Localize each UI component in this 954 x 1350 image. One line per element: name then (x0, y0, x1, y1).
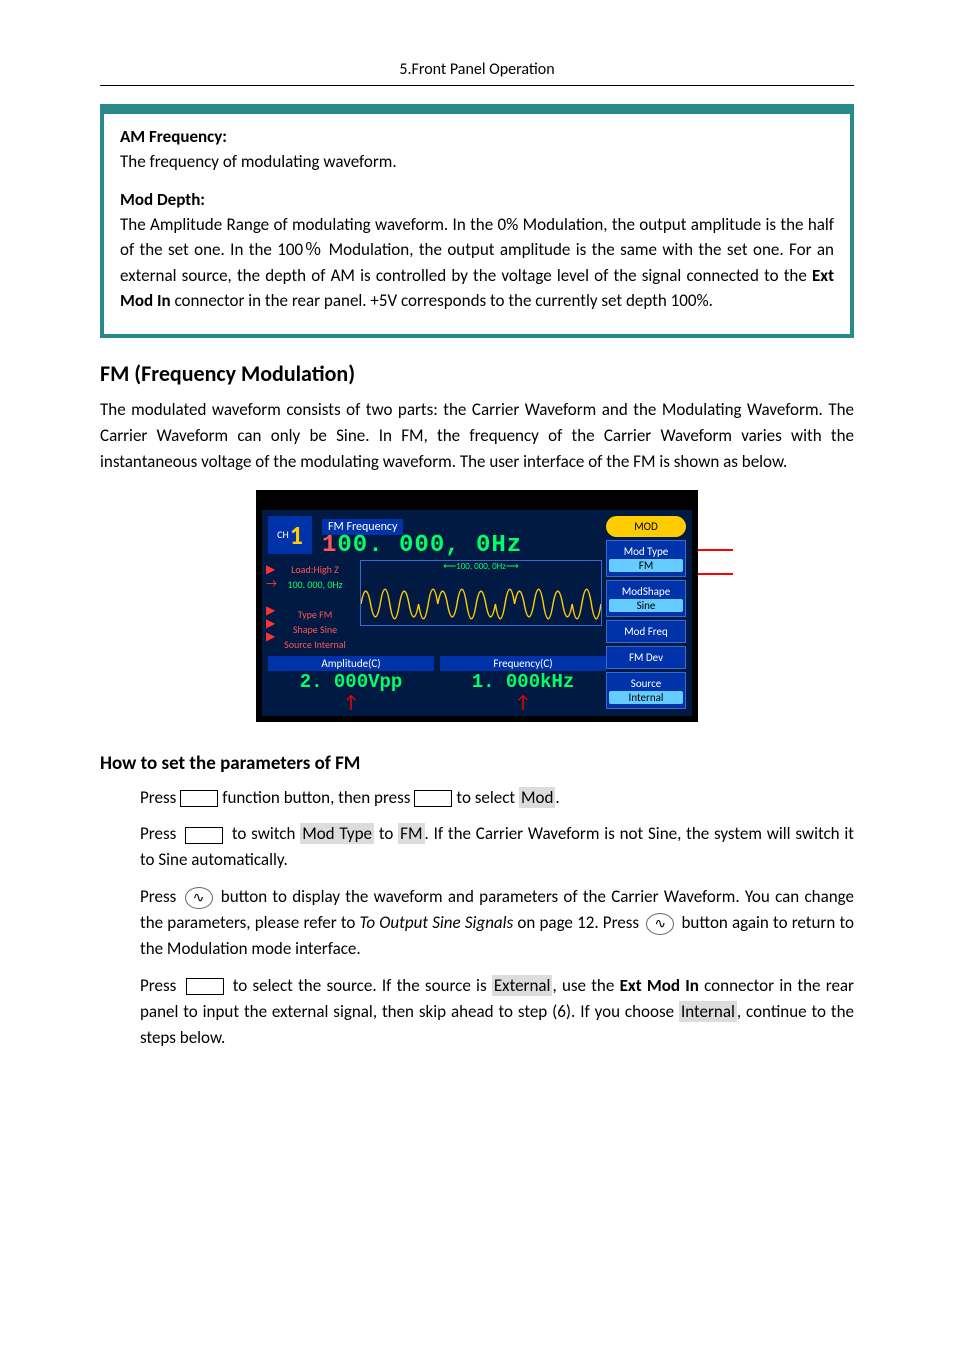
channel-badge-num: 1 (290, 519, 303, 551)
step-2-modtype: Mod Type (300, 823, 374, 844)
step-4: Press to select the source. If the sourc… (140, 973, 854, 1052)
step-4-extmodin: Ext Mod In (620, 975, 699, 996)
step-3: Press ∿ button to display the waveform a… (140, 884, 854, 963)
step-1-mod: Mod (519, 787, 555, 808)
fm-intro: The modulated waveform consists of two p… (100, 397, 854, 476)
channel-badge-ch: CH (277, 528, 289, 541)
softkey-source: Source Internal (606, 672, 686, 709)
step-4-c: , use the (552, 975, 619, 996)
step-1-b: function button, then press (222, 787, 410, 808)
term-mod-depth-body-a: The Amplitude Range of modulating wavefo… (120, 214, 834, 286)
term-am-frequency-body: The frequency of modulating waveform. (120, 149, 834, 175)
howto-heading: How to set the parameters of FM (100, 752, 854, 775)
term-mod-depth-body: The Amplitude Range of modulating wavefo… (120, 212, 834, 314)
readout-frequency-value: 1. 000kHz (440, 671, 606, 693)
header-rule (100, 85, 854, 86)
step-2-c: to (374, 823, 398, 844)
ptr-source: ▶ (266, 628, 275, 646)
term-mod-depth-title: Mod Depth: (120, 189, 834, 210)
softkey-mod-type: Mod Type FM (606, 540, 686, 577)
term-am-frequency-title: AM Frequency: (120, 126, 834, 147)
term-mod-depth-body-c: connector in the rear panel. +5V corresp… (171, 290, 713, 311)
term-glossary-box: AM Frequency: The frequency of modulatin… (100, 104, 854, 338)
ptr-ref: → (266, 575, 277, 593)
step-1: Press function button, then press to selec… (140, 785, 854, 811)
readout-frequency-label: Frequency(C) (440, 656, 606, 671)
sine-waveform-button[interactable]: ∿ (185, 887, 213, 909)
mod-type-button[interactable] (185, 827, 223, 844)
step-2: Press to switch Mod Type to FM. If the C… (140, 821, 854, 874)
lcd-info-area: ▶ Load:High Z → 100. 000, 0Hz ▶ Type FM … (268, 560, 360, 652)
callout-lines-right (698, 490, 738, 710)
arrow-up-freq: ↑ (440, 695, 606, 709)
softkey-mod-type-label: Mod Type (624, 545, 669, 558)
term-glossary-top-bar (104, 108, 850, 114)
lcd-scale: ⟵100. 000, 0Hz⟶ (361, 561, 601, 572)
lcd-waveform: ⟵100. 000, 0Hz⟶ (360, 560, 602, 626)
softkey-mod-shape: ModShape Sine (606, 580, 686, 617)
step-1-dot: . (555, 787, 559, 808)
softkey-mod-type-value: FM (609, 559, 683, 572)
fm-frequency-lead: 1 (322, 532, 337, 559)
sine-waveform-button-2[interactable]: ∿ (646, 913, 674, 935)
step-1-a: Press (140, 787, 176, 808)
softkey-fm-dev: FM Dev (606, 646, 686, 669)
lcd-ref: 100. 000, 0Hz (287, 578, 342, 591)
source-button[interactable] (186, 978, 224, 995)
readout-amplitude-value: 2. 000Vpp (268, 671, 434, 693)
page-header: 5.Front Panel Operation (100, 60, 854, 85)
f-select-button[interactable] (414, 790, 452, 807)
lcd-load: Load:High Z (291, 563, 339, 576)
step-4-a: Press (140, 975, 182, 996)
step-2-a: Press (140, 823, 181, 844)
softkey-source-label: Source (631, 677, 661, 690)
softkey-column: MOD Mod Type FM ModShape Sine Mod Freq F… (606, 516, 686, 710)
fm-frequency-value: 100. 000, 0Hz (322, 532, 522, 559)
step-3-c: on page 12. Press (513, 912, 643, 933)
softkey-mod-shape-label: ModShape (622, 585, 670, 598)
arrow-up-amp: ↑ (268, 695, 434, 709)
readout-amplitude: Amplitude(C) 2. 000Vpp ↑ (268, 656, 434, 709)
lcd-source: Source Internal (284, 638, 346, 651)
device-screenshot: CH 1 FM Frequency 100. 000, 0Hz (100, 490, 854, 722)
fm-heading: FM (Frequency Modulation) (100, 360, 854, 387)
softkey-mod: MOD (606, 516, 686, 537)
fm-frequency-rest: 00. 000, 0Hz (337, 532, 522, 559)
readout-frequency: Frequency(C) 1. 000kHz ↑ (440, 656, 606, 709)
step-4-internal: Internal (679, 1001, 737, 1022)
softkey-mod-freq: Mod Freq (606, 620, 686, 643)
step-2-fm: FM (398, 823, 424, 844)
softkey-source-value: Internal (609, 691, 683, 704)
step-4-external: External (492, 975, 553, 996)
readout-amplitude-label: Amplitude(C) (268, 656, 434, 671)
step-3-ref: To Output Sine Signals (360, 912, 514, 933)
lcd-shape: Shape Sine (293, 623, 337, 636)
mod-function-button[interactable] (180, 790, 218, 807)
step-1-c: to select (456, 787, 519, 808)
softkey-mod-shape-value: Sine (609, 599, 683, 612)
step-4-b: to select the source. If the source is (228, 975, 492, 996)
channel-badge: CH 1 (268, 516, 312, 554)
step-3-a: Press (140, 886, 182, 907)
lcd-type: Type FM (298, 608, 333, 621)
step-2-b: to switch (227, 823, 300, 844)
